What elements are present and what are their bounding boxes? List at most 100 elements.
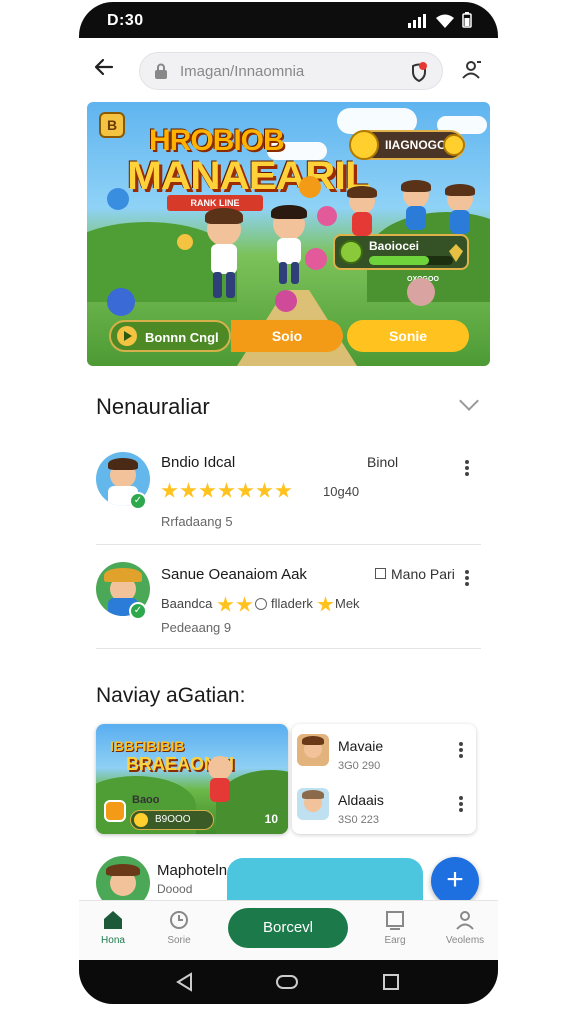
item-sub: Rrfadaang 5	[161, 514, 233, 529]
npc-character	[345, 186, 379, 240]
rating-tail2: Mek	[335, 596, 360, 611]
card-badge: Baoo	[132, 794, 160, 806]
more-options-icon[interactable]	[458, 740, 464, 760]
rating-stars	[217, 596, 255, 614]
item-meta: Binol	[367, 454, 399, 470]
star-icon	[275, 482, 292, 498]
star-icon	[218, 482, 235, 498]
game-banner[interactable]: B HROBIOB MANAEARIL RANK LINE IIAGNOGOO …	[87, 102, 490, 366]
banner-action-button[interactable]: Sonie	[347, 320, 469, 352]
wifi-icon	[436, 14, 454, 28]
mini-avatar	[297, 734, 329, 766]
monster-icon	[299, 176, 321, 198]
mini-title: Mavaie	[338, 738, 384, 754]
coin-icon	[134, 813, 148, 827]
hero-character	[199, 208, 249, 302]
star-icon	[161, 482, 178, 498]
banner-title-line2: MANAEARIL	[127, 154, 371, 198]
mini-title: Aldaais	[338, 792, 384, 808]
coin-icon	[443, 134, 465, 156]
peek-item-sub: Doood	[157, 882, 193, 896]
verified-icon: ✓	[129, 492, 147, 510]
signal-icon	[408, 14, 428, 28]
npc-character	[443, 184, 477, 238]
progress-fill	[369, 256, 430, 265]
rating-tail: flladerk	[271, 596, 313, 611]
card-count: 10	[264, 812, 278, 826]
play-button-label: Bonnn Cngl	[145, 330, 219, 345]
nav-item-library[interactable]: Earg	[365, 909, 425, 946]
peek-sheet-handle[interactable]	[227, 858, 423, 902]
star-icon	[236, 596, 253, 612]
monster-icon	[305, 248, 327, 270]
search-input[interactable]: Imagan/Innaomnia	[139, 52, 443, 90]
monster-icon	[407, 278, 435, 306]
nav-label: Sorie	[167, 935, 191, 946]
person-icon	[456, 911, 474, 930]
section-title: Nenauraliar	[96, 394, 210, 419]
search-placeholder: Imagan/Innaomnia	[180, 63, 305, 80]
center-action-button[interactable]: Borcevl	[228, 908, 348, 948]
list-item[interactable]: ✓ Bndio Idcal Binol 10g40 Rrfadaang 5	[79, 448, 498, 544]
list-item[interactable]: ✓ Sanue Oeanaiom Aak Mano Pari Baandca f…	[79, 560, 498, 650]
top-bar: Imagan/Innaomnia	[79, 38, 498, 102]
star-icon	[237, 482, 254, 498]
recents-square-icon[interactable]	[381, 972, 401, 992]
friend-character	[267, 205, 311, 288]
progress-label: Baoiocei	[369, 239, 420, 253]
battery-icon	[462, 12, 472, 28]
mini-sub: 3S0 223	[338, 814, 379, 826]
notification-shield-icon[interactable]	[408, 61, 430, 83]
mini-sub: 3G0 290	[338, 760, 381, 772]
rating-text: Baandca	[161, 596, 213, 611]
play-icon	[117, 326, 137, 346]
star-icon	[180, 482, 197, 498]
home-pill-icon[interactable]	[275, 972, 299, 992]
screen: D:30 Imagan/Innaomnia B HROBIOB MANAEARI…	[79, 2, 498, 1004]
leaf-icon	[339, 240, 363, 264]
add-fab-button[interactable]: +	[431, 857, 479, 905]
card-pill-label: B9OOO	[155, 814, 191, 825]
banner-title-line1: HROBIOB	[149, 124, 285, 157]
progress-bar: OXOGOO	[369, 256, 453, 283]
card-pill: B9OOO	[130, 810, 214, 830]
section-title: Naviay aGatian:	[96, 684, 246, 707]
rating-text: 10g40	[323, 484, 360, 499]
profile-icon[interactable]	[460, 58, 484, 82]
nav-item-search[interactable]: Sorie	[149, 909, 209, 946]
item-sub: Pedeaang 9	[161, 620, 232, 635]
status-bar: D:30	[79, 2, 498, 38]
star-icon	[199, 482, 216, 498]
home-icon	[104, 911, 122, 929]
more-options-icon[interactable]	[458, 794, 464, 814]
coin-icon	[177, 234, 193, 250]
bird-icon	[107, 188, 129, 210]
banner-action-button[interactable]: Soio	[231, 320, 343, 352]
status-icons	[408, 12, 472, 28]
card-title-line1: IBBFIBIBIB	[110, 738, 185, 754]
star-icon	[217, 596, 234, 612]
chevron-down-icon[interactable]	[459, 391, 479, 411]
phone-frame: D:30 Imagan/Innaomnia B HROBIOB MANAEARI…	[79, 2, 498, 1004]
nav-label: Earg	[384, 935, 406, 946]
item-meta: Mano Pari	[391, 566, 455, 582]
divider	[96, 544, 481, 545]
more-options-icon[interactable]	[464, 458, 470, 478]
banner-badge-icon: B	[99, 112, 125, 138]
game-card[interactable]: IBBFIBIBIB BRAEAONEI Baoo B9OOO 10	[96, 724, 288, 834]
calendar-icon	[375, 568, 386, 579]
monster-icon	[275, 290, 297, 312]
nav-label: Veolems	[445, 935, 485, 946]
nav-item-profile[interactable]: Veolems	[435, 909, 495, 946]
item-title: Bndio Idcal	[161, 454, 236, 471]
system-nav-bar	[79, 960, 498, 1004]
play-button[interactable]: Bonnn Cngl	[109, 320, 231, 352]
bottom-nav: Hona Sorie Borcevl Earg Veolems	[79, 900, 498, 960]
nav-label: Hona	[101, 935, 125, 946]
back-triangle-icon[interactable]	[175, 972, 195, 992]
item-title: Sanue Oeanaiom Aak	[161, 566, 307, 583]
back-arrow-icon[interactable]	[93, 56, 117, 80]
more-options-icon[interactable]	[464, 568, 470, 588]
nav-item-home[interactable]: Hona	[83, 909, 143, 946]
star-icon	[317, 596, 334, 612]
